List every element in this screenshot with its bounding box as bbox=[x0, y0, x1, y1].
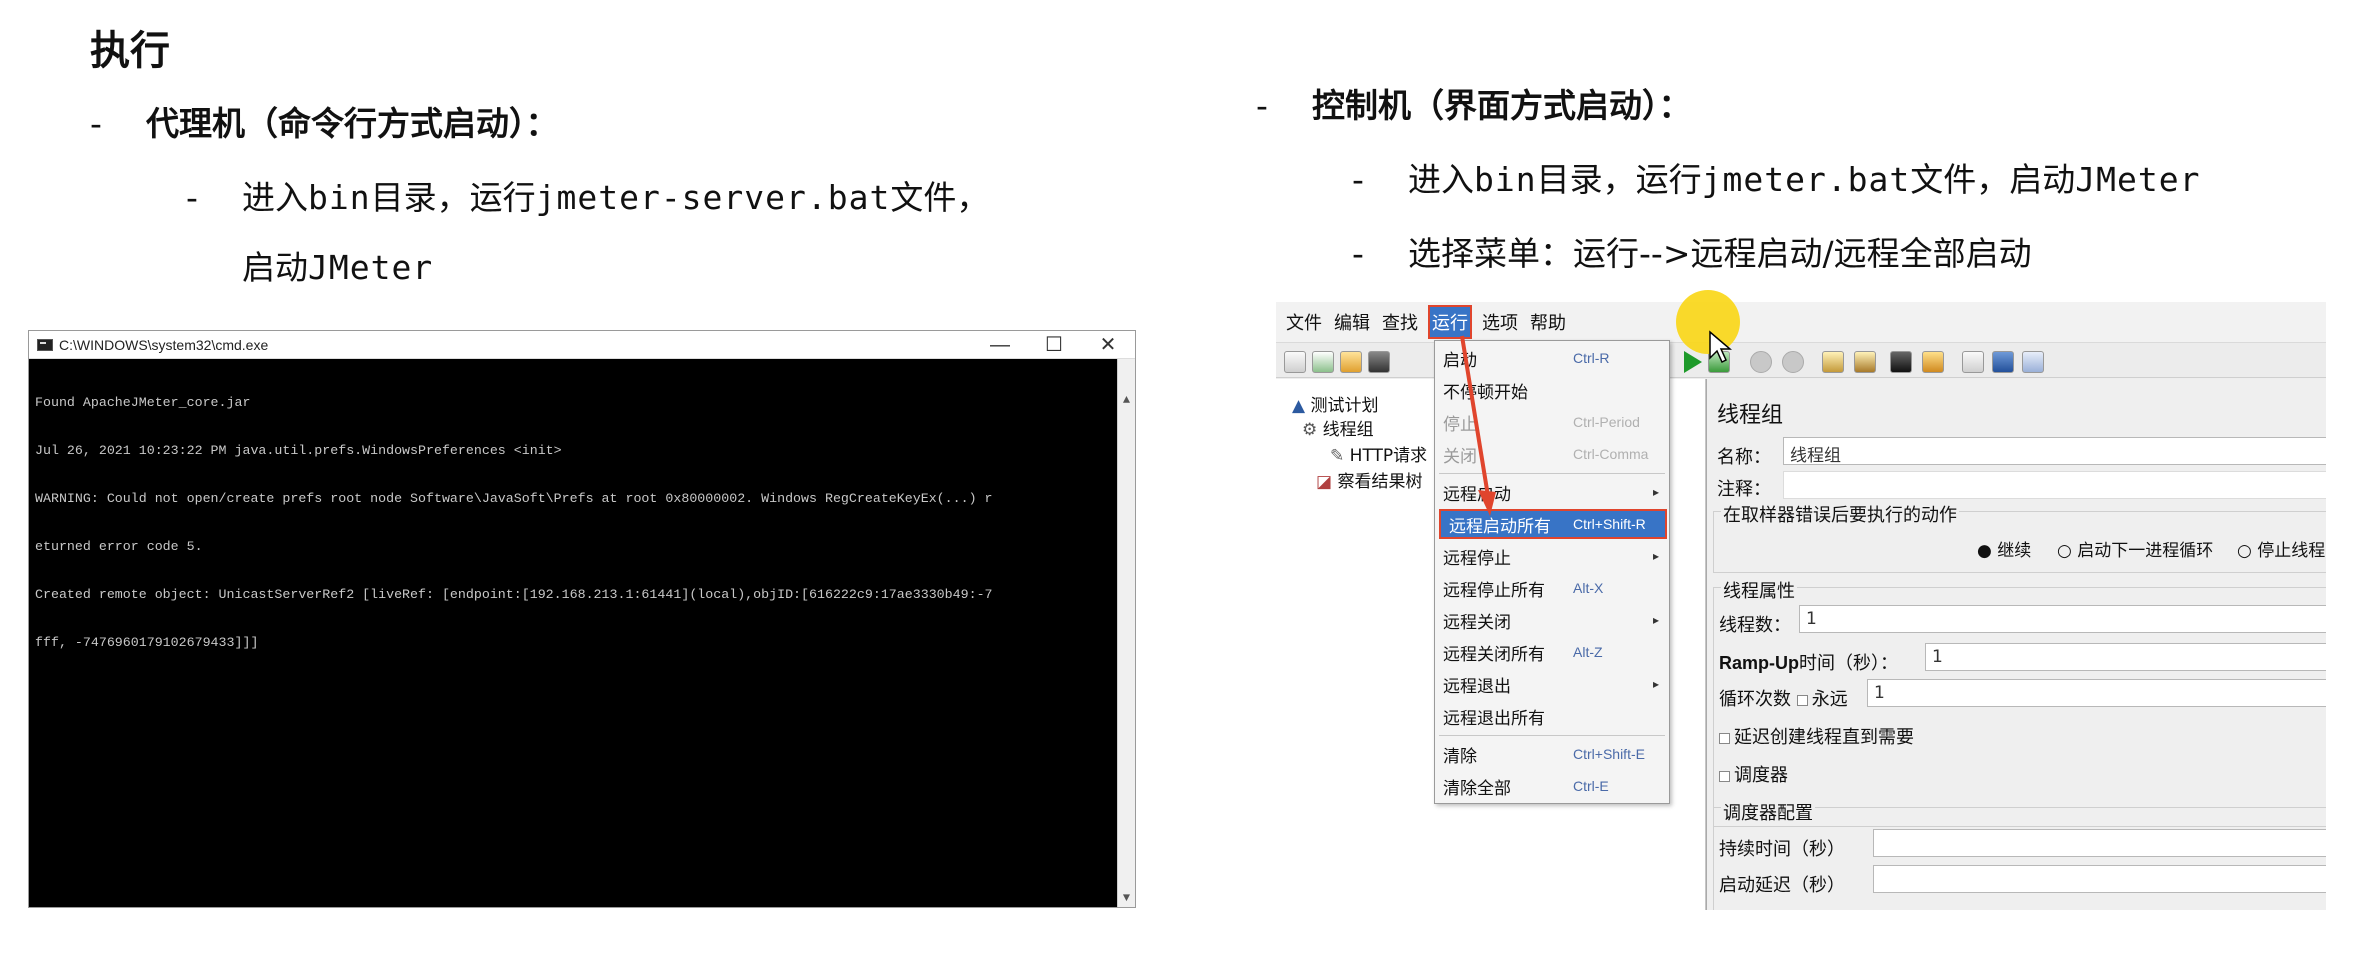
start-icon[interactable] bbox=[1684, 351, 1702, 373]
controller-heading: - 控制机（界面方式启动）： bbox=[1256, 86, 1692, 125]
binoculars-icon[interactable] bbox=[1890, 351, 1912, 373]
remote-icon[interactable] bbox=[2022, 351, 2044, 373]
shutdown-icon[interactable] bbox=[1782, 351, 1804, 373]
radio-continue[interactable]: ● 继续 bbox=[1977, 536, 2031, 561]
menu-search[interactable]: 查找 bbox=[1380, 307, 1420, 337]
cmd-line: fff, -7476960179102679433]]] bbox=[35, 635, 259, 650]
console-icon bbox=[37, 338, 53, 351]
menu-item-remote-stop[interactable]: 远程停止 ▸ bbox=[1435, 541, 1669, 571]
menu-item-clear-all[interactable]: 清除全部 Ctrl-E bbox=[1435, 771, 1669, 801]
cmd-line: eturned error code 5. bbox=[35, 539, 203, 554]
new-icon[interactable] bbox=[1284, 351, 1306, 373]
close-button[interactable]: ✕ bbox=[1081, 331, 1135, 358]
scheduler-checkbox[interactable]: 调度器 bbox=[1719, 761, 1788, 787]
tree-item-http-request[interactable]: ✎ HTTP请求 bbox=[1330, 441, 1427, 466]
minimize-button[interactable]: — bbox=[973, 331, 1027, 358]
agent-heading: - 代理机（命令行方式启动）： bbox=[90, 104, 559, 143]
cmd-line: Created remote object: UnicastServerRef2… bbox=[35, 587, 993, 602]
cmd-output: Found ApacheJMeter_core.jar Jul 26, 2021… bbox=[29, 359, 1135, 907]
cmd-titlebar[interactable]: C:\WINDOWS\system32\cmd.exe — ☐ ✕ bbox=[29, 331, 1135, 359]
duration-field[interactable] bbox=[1873, 829, 2326, 857]
controller-step1: - 进入bin目录，运行jmeter.bat文件，启动JMeter bbox=[1352, 160, 2201, 199]
maximize-button[interactable]: ☐ bbox=[1027, 331, 1081, 358]
submenu-arrow-icon: ▸ bbox=[1652, 549, 1659, 563]
name-label: 名称： bbox=[1717, 447, 1771, 468]
radio-next-loop[interactable]: ○ 启动下一进程循环 bbox=[2057, 536, 2213, 561]
annotation-arrow bbox=[1460, 335, 1496, 516]
submenu-arrow-icon: ▸ bbox=[1652, 677, 1659, 691]
cmd-title: C:\WINDOWS\system32\cmd.exe bbox=[59, 336, 269, 353]
agent-step-line1: - 进入bin目录，运行jmeter-server.bat文件， bbox=[186, 178, 990, 217]
cmd-line: Jul 26, 2021 10:23:22 PM java.util.prefs… bbox=[35, 443, 562, 458]
jmeter-menubar: 文件 编辑 查找 运行 选项 帮助 bbox=[1276, 302, 2326, 342]
submenu-arrow-icon: ▸ bbox=[1652, 485, 1659, 499]
thread-props-legend: 线程属性 bbox=[1721, 577, 1797, 603]
menu-edit[interactable]: 编辑 bbox=[1332, 307, 1372, 337]
menu-help[interactable]: 帮助 bbox=[1528, 307, 1568, 337]
duration-label: 持续时间（秒） bbox=[1719, 839, 1845, 860]
tree-item-thread-group[interactable]: ⚙ 线程组 bbox=[1302, 415, 1374, 440]
scroll-down-icon[interactable]: ▼ bbox=[1118, 889, 1135, 907]
menu-item-remote-exit-all[interactable]: 远程退出所有 bbox=[1435, 701, 1669, 731]
open-icon[interactable] bbox=[1340, 351, 1362, 373]
agent-step-line2: 启动JMeter bbox=[242, 248, 434, 287]
rampup-field[interactable]: 1 bbox=[1925, 643, 2326, 671]
threads-field[interactable]: 1 bbox=[1799, 605, 2326, 633]
scheduler-config-legend: 调度器配置 bbox=[1721, 799, 1815, 825]
startup-delay-label: 启动延迟（秒） bbox=[1719, 875, 1845, 896]
rampup-label: Ramp-Up时间（秒）： bbox=[1719, 653, 1898, 674]
loop-field[interactable]: 1 bbox=[1867, 679, 2326, 707]
flask-icon: ▲ bbox=[1292, 396, 1311, 416]
menu-separator bbox=[1439, 735, 1665, 736]
menu-item-clear[interactable]: 清除 Ctrl+Shift-E bbox=[1435, 739, 1669, 769]
controller-step2: - 选择菜单：运行-->远程启动/远程全部启动 bbox=[1352, 234, 2032, 273]
menu-item-remote-stop-all[interactable]: 远程停止所有 Alt-X bbox=[1435, 573, 1669, 603]
loop-label: 循环次数 永远 bbox=[1719, 689, 1848, 710]
scroll-up-icon[interactable]: ▲ bbox=[1118, 391, 1135, 409]
thread-group-panel: 线程组 名称： 线程组 注释： 在取样器错误后要执行的动作 ● 继续 ○ 启动下… bbox=[1706, 379, 2326, 910]
help-icon[interactable] bbox=[1992, 351, 2014, 373]
tree-item-results[interactable]: ◪ 察看结果树 bbox=[1316, 467, 1422, 492]
comment-field[interactable] bbox=[1783, 471, 2326, 499]
menu-item-remote-shutdown-all[interactable]: 远程关闭所有 Alt-Z bbox=[1435, 637, 1669, 667]
cmd-window: C:\WINDOWS\system32\cmd.exe — ☐ ✕ Found … bbox=[28, 330, 1136, 908]
panel-title: 线程组 bbox=[1717, 403, 1784, 428]
slide-title: 执行 bbox=[90, 28, 170, 74]
chart-icon: ◪ bbox=[1316, 472, 1338, 492]
menu-file[interactable]: 文件 bbox=[1284, 307, 1324, 337]
gear-icon: ⚙ bbox=[1302, 420, 1323, 440]
clear-all-icon[interactable] bbox=[1854, 351, 1876, 373]
startup-delay-field[interactable] bbox=[1873, 865, 2326, 893]
clear-icon[interactable] bbox=[1822, 351, 1844, 373]
radio-stop-thread[interactable]: ○ 停止线程 bbox=[2237, 536, 2325, 561]
forever-checkbox[interactable] bbox=[1796, 694, 1808, 706]
mouse-cursor-icon bbox=[1709, 330, 1732, 364]
save-icon[interactable] bbox=[1368, 351, 1390, 373]
tree-item-test-plan[interactable]: ▲ 测试计划 bbox=[1292, 391, 1378, 416]
pipette-icon: ✎ bbox=[1330, 446, 1350, 466]
comment-label: 注释： bbox=[1717, 479, 1771, 500]
cmd-line: WARNING: Could not open/create prefs roo… bbox=[35, 491, 993, 506]
reset-search-icon[interactable] bbox=[1922, 351, 1944, 373]
function-helper-icon[interactable] bbox=[1962, 351, 1984, 373]
menu-item-remote-shutdown[interactable]: 远程关闭 ▸ bbox=[1435, 605, 1669, 635]
threads-label: 线程数： bbox=[1719, 615, 1791, 636]
templates-icon[interactable] bbox=[1312, 351, 1334, 373]
cmd-line: Found ApacheJMeter_core.jar bbox=[35, 395, 251, 410]
delay-create-checkbox[interactable]: 延迟创建线程直到需要 bbox=[1719, 723, 1914, 749]
name-field[interactable]: 线程组 bbox=[1783, 437, 2326, 466]
stop-icon[interactable] bbox=[1750, 351, 1772, 373]
menu-item-remote-exit[interactable]: 远程退出 ▸ bbox=[1435, 669, 1669, 699]
submenu-arrow-icon: ▸ bbox=[1652, 613, 1659, 627]
cmd-scrollbar[interactable]: ▲ ▼ bbox=[1117, 359, 1135, 907]
sampler-error-legend: 在取样器错误后要执行的动作 bbox=[1721, 501, 1959, 527]
